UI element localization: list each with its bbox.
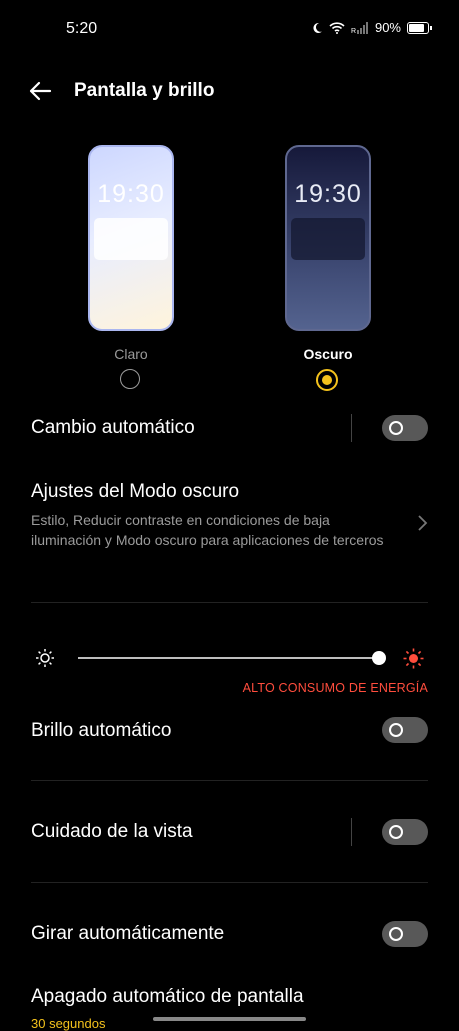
page-title: Pantalla y brillo (74, 80, 215, 101)
brightness-slider-thumb[interactable] (372, 651, 386, 665)
auto-change-label: Cambio automático (31, 417, 195, 438)
sun-high-icon (403, 648, 424, 669)
status-time: 5:20 (66, 20, 98, 37)
section-divider (31, 882, 428, 883)
auto-rotate-toggle[interactable] (382, 921, 428, 947)
screen-timeout-label[interactable]: Apagado automático de pantalla (31, 986, 304, 1008)
auto-brightness-label: Brillo automático (31, 720, 172, 741)
eye-care-label[interactable]: Cuidado de la vista (31, 821, 193, 843)
preview-card (291, 218, 365, 260)
light-mode-preview[interactable]: 19:30 (88, 145, 174, 331)
section-divider (31, 602, 428, 603)
row-divider (351, 414, 352, 442)
dark-mode-settings-label[interactable]: Ajustes del Modo oscuro (31, 481, 239, 503)
status-icons: R 90% (311, 20, 432, 35)
high-consumption-warning: ALTO CONSUMO DE ENERGÍA (242, 681, 428, 695)
back-arrow-icon[interactable] (28, 80, 52, 102)
brightness-slider[interactable] (78, 657, 380, 659)
battery-percent: 90% (374, 20, 401, 35)
eye-care-toggle[interactable] (382, 819, 428, 845)
dark-mode-preview[interactable]: 19:30 (285, 145, 371, 331)
row-divider (351, 818, 352, 846)
home-indicator[interactable] (153, 1017, 306, 1021)
svg-text:R: R (351, 28, 356, 34)
dark-mode-label: Oscuro (303, 346, 353, 362)
sun-low-icon (36, 649, 54, 667)
auto-rotate-label: Girar automáticamente (31, 923, 225, 944)
battery-icon (407, 21, 432, 34)
wifi-icon (329, 21, 345, 34)
moon-icon (313, 22, 322, 33)
light-mode-label: Claro (114, 346, 148, 362)
dark-mode-radio[interactable] (316, 369, 338, 391)
dark-mode-settings-description: Estilo, Reducir contraste en condiciones… (31, 512, 384, 548)
signal-icon: R (351, 21, 368, 34)
preview-clock: 19:30 (294, 180, 362, 208)
light-mode-radio[interactable] (120, 369, 140, 389)
auto-brightness-toggle[interactable] (382, 717, 428, 743)
preview-clock: 19:30 (97, 180, 165, 208)
section-divider (31, 780, 428, 781)
auto-change-toggle[interactable] (382, 415, 428, 441)
preview-card (94, 218, 168, 260)
chevron-right-icon[interactable] (416, 514, 428, 532)
